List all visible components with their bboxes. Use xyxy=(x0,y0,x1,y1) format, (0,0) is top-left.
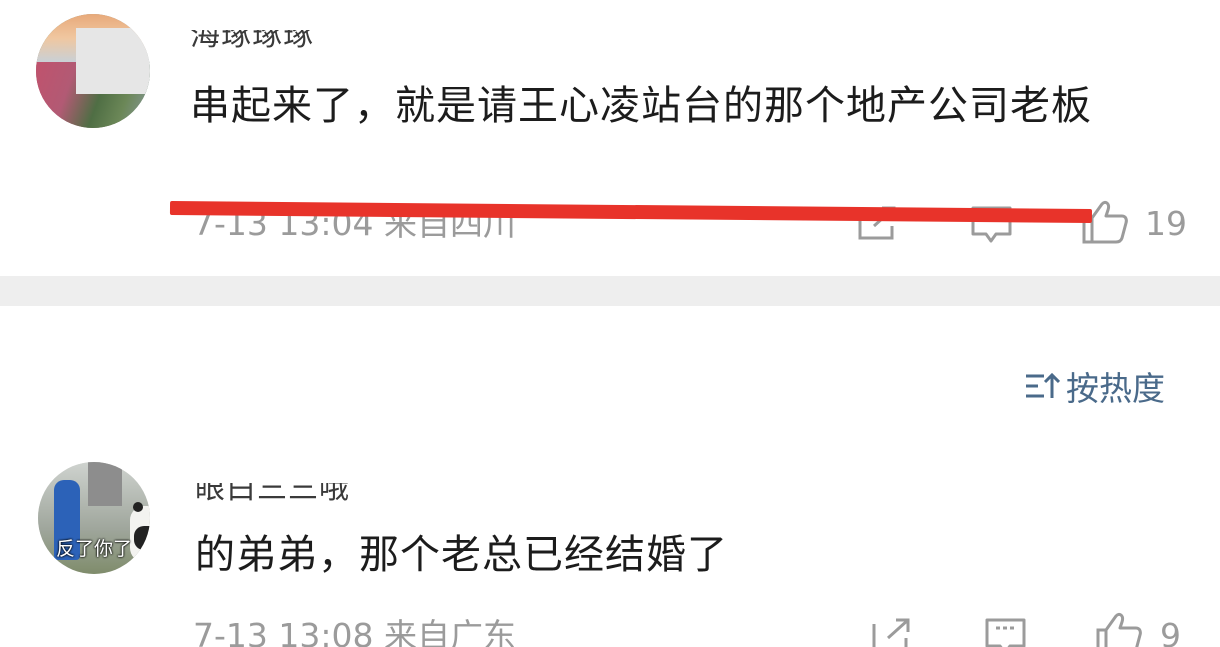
comment-icon xyxy=(985,618,1026,647)
comment-meta: 7-13 13:08 来自广东 xyxy=(193,616,516,647)
like-icon xyxy=(1096,612,1142,647)
username-text[interactable]: 海琢琢琢 xyxy=(190,30,314,51)
avatar[interactable]: 反了你了 xyxy=(38,462,150,574)
share-button[interactable] xyxy=(870,616,914,647)
avatar-mosaic xyxy=(76,28,150,94)
username-text[interactable]: 眼白三三哦 xyxy=(195,483,350,504)
like-count: 9 xyxy=(1160,616,1181,647)
sort-toggle[interactable]: 按热度 xyxy=(1024,364,1165,408)
share-icon xyxy=(872,618,910,647)
sort-icon xyxy=(1026,372,1060,398)
like-count: 19 xyxy=(1145,204,1187,243)
avatar-panda-ear xyxy=(133,502,143,512)
section-divider xyxy=(0,276,1220,306)
comment-page: 海琢琢琢 串起来了，就是请王心凌站台的那个地产公司老板 7-13 13:04 来… xyxy=(0,0,1220,647)
sort-label[interactable]: 按热度 xyxy=(1066,362,1165,410)
avatar[interactable] xyxy=(36,14,150,128)
avatar-mosaic xyxy=(88,462,122,506)
comment-button[interactable] xyxy=(984,616,1028,647)
username[interactable]: 海琢琢琢 xyxy=(190,30,314,53)
username[interactable]: 眼白三三哦 xyxy=(195,483,350,507)
comment-text: 串起来了，就是请王心凌站台的那个地产公司老板 xyxy=(190,83,1092,129)
comment-text: 的弟弟，那个老总已经结婚了 xyxy=(195,532,728,578)
avatar-caption: 反了你了 xyxy=(55,538,132,560)
like-button[interactable] xyxy=(1094,610,1144,647)
